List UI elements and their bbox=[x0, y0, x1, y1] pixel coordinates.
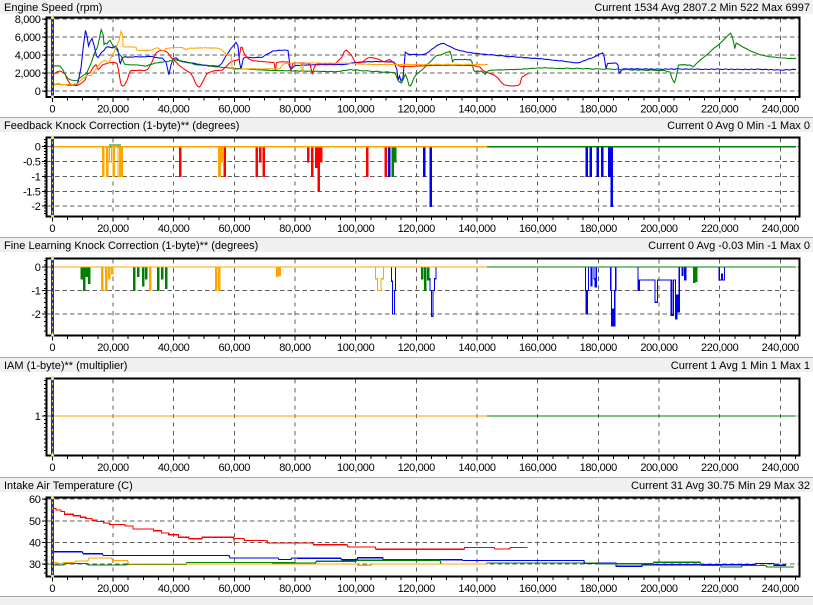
svg-text:2,000: 2,000 bbox=[15, 68, 41, 80]
svg-text:120,000: 120,000 bbox=[398, 223, 436, 235]
svg-text:60,000: 60,000 bbox=[219, 223, 251, 235]
svg-text:0: 0 bbox=[35, 262, 41, 274]
svg-text:180,000: 180,000 bbox=[580, 342, 618, 354]
svg-text:140,000: 140,000 bbox=[458, 223, 496, 235]
svg-text:100,000: 100,000 bbox=[337, 223, 375, 235]
svg-text:8,000: 8,000 bbox=[15, 14, 41, 26]
svg-text:100,000: 100,000 bbox=[337, 104, 375, 116]
svg-text:-1: -1 bbox=[31, 172, 40, 184]
svg-text:200,000: 200,000 bbox=[640, 342, 678, 354]
svg-text:240,000: 240,000 bbox=[762, 104, 800, 116]
svg-text:160,000: 160,000 bbox=[519, 342, 557, 354]
svg-text:220,000: 220,000 bbox=[701, 462, 739, 474]
svg-text:240,000: 240,000 bbox=[762, 462, 800, 474]
svg-text:180,000: 180,000 bbox=[580, 223, 618, 235]
svg-text:60,000: 60,000 bbox=[219, 342, 251, 354]
svg-text:240,000: 240,000 bbox=[762, 583, 800, 595]
svg-text:Current 1 Avg 1 Min 1 Max 1: Current 1 Avg 1 Min 1 Max 1 bbox=[671, 360, 810, 372]
svg-text:160,000: 160,000 bbox=[519, 104, 557, 116]
svg-text:20,000: 20,000 bbox=[97, 583, 129, 595]
svg-text:80,000: 80,000 bbox=[279, 104, 311, 116]
svg-text:6,000: 6,000 bbox=[15, 32, 41, 44]
svg-text:80,000: 80,000 bbox=[279, 223, 311, 235]
svg-text:80,000: 80,000 bbox=[279, 583, 311, 595]
svg-text:120,000: 120,000 bbox=[398, 583, 436, 595]
svg-text:30: 30 bbox=[29, 559, 41, 571]
svg-text:4,000: 4,000 bbox=[15, 50, 41, 62]
svg-text:100,000: 100,000 bbox=[337, 583, 375, 595]
svg-text:20,000: 20,000 bbox=[97, 342, 129, 354]
svg-text:Current 31 Avg 30.75 Min 29 Ma: Current 31 Avg 30.75 Min 29 Max 32 bbox=[631, 480, 810, 492]
svg-text:-2: -2 bbox=[31, 201, 40, 213]
svg-text:20,000: 20,000 bbox=[97, 223, 129, 235]
svg-text:140,000: 140,000 bbox=[458, 462, 496, 474]
svg-text:200,000: 200,000 bbox=[640, 583, 678, 595]
svg-text:220,000: 220,000 bbox=[701, 104, 739, 116]
svg-text:160,000: 160,000 bbox=[519, 583, 557, 595]
svg-text:40,000: 40,000 bbox=[158, 223, 190, 235]
svg-text:Current 1534 Avg 2807.2 Min 52: Current 1534 Avg 2807.2 Min 522 Max 6997 bbox=[594, 2, 810, 14]
svg-text:140,000: 140,000 bbox=[458, 104, 496, 116]
svg-text:80,000: 80,000 bbox=[279, 342, 311, 354]
svg-text:0: 0 bbox=[49, 583, 55, 595]
svg-text:IAM (1-byte)** (multiplier): IAM (1-byte)** (multiplier) bbox=[4, 360, 127, 372]
svg-text:0: 0 bbox=[49, 104, 55, 116]
svg-text:200,000: 200,000 bbox=[640, 104, 678, 116]
svg-text:160,000: 160,000 bbox=[519, 462, 557, 474]
svg-text:220,000: 220,000 bbox=[701, 223, 739, 235]
svg-text:0: 0 bbox=[49, 223, 55, 235]
svg-text:Engine Speed (rpm): Engine Speed (rpm) bbox=[4, 2, 102, 14]
svg-text:-2: -2 bbox=[31, 309, 40, 321]
svg-text:160,000: 160,000 bbox=[519, 223, 557, 235]
svg-text:180,000: 180,000 bbox=[580, 583, 618, 595]
svg-text:240,000: 240,000 bbox=[762, 223, 800, 235]
svg-text:40,000: 40,000 bbox=[158, 462, 190, 474]
svg-text:Fine Learning Knock Correction: Fine Learning Knock Correction (1-byte)*… bbox=[4, 240, 258, 252]
svg-text:140,000: 140,000 bbox=[458, 342, 496, 354]
svg-text:60,000: 60,000 bbox=[219, 462, 251, 474]
svg-text:20,000: 20,000 bbox=[97, 462, 129, 474]
svg-text:0: 0 bbox=[35, 86, 41, 98]
svg-text:50: 50 bbox=[29, 516, 41, 528]
svg-text:Current 0 Avg -0.03 Min -1 Max: Current 0 Avg -0.03 Min -1 Max 0 bbox=[648, 240, 810, 252]
svg-text:Intake Air Temperature (C): Intake Air Temperature (C) bbox=[4, 480, 133, 492]
svg-text:100,000: 100,000 bbox=[337, 462, 375, 474]
svg-text:60,000: 60,000 bbox=[219, 583, 251, 595]
svg-text:1: 1 bbox=[35, 411, 41, 423]
svg-text:0: 0 bbox=[49, 462, 55, 474]
svg-text:220,000: 220,000 bbox=[701, 342, 739, 354]
svg-text:-1.5: -1.5 bbox=[23, 186, 41, 198]
svg-text:Feedback Knock Correction (1-b: Feedback Knock Correction (1-byte)** (de… bbox=[4, 120, 239, 132]
svg-text:180,000: 180,000 bbox=[580, 104, 618, 116]
svg-text:140,000: 140,000 bbox=[458, 583, 496, 595]
svg-text:180,000: 180,000 bbox=[580, 462, 618, 474]
svg-text:100,000: 100,000 bbox=[337, 342, 375, 354]
svg-text:-0.5: -0.5 bbox=[23, 157, 41, 169]
svg-text:0: 0 bbox=[49, 342, 55, 354]
svg-text:Current 0 Avg 0 Min -1 Max 0: Current 0 Avg 0 Min -1 Max 0 bbox=[667, 120, 810, 132]
svg-text:40,000: 40,000 bbox=[158, 583, 190, 595]
svg-text:120,000: 120,000 bbox=[398, 104, 436, 116]
svg-text:20,000: 20,000 bbox=[97, 104, 129, 116]
svg-text:0: 0 bbox=[35, 142, 41, 154]
svg-text:120,000: 120,000 bbox=[398, 342, 436, 354]
svg-text:40: 40 bbox=[29, 537, 41, 549]
svg-text:120,000: 120,000 bbox=[398, 462, 436, 474]
svg-text:80,000: 80,000 bbox=[279, 462, 311, 474]
svg-text:240,000: 240,000 bbox=[762, 342, 800, 354]
svg-text:220,000: 220,000 bbox=[701, 583, 739, 595]
svg-text:60,000: 60,000 bbox=[219, 104, 251, 116]
svg-text:40,000: 40,000 bbox=[158, 104, 190, 116]
svg-text:60: 60 bbox=[29, 494, 41, 506]
svg-text:40,000: 40,000 bbox=[158, 342, 190, 354]
svg-text:-1: -1 bbox=[31, 285, 40, 297]
svg-text:200,000: 200,000 bbox=[640, 223, 678, 235]
svg-text:200,000: 200,000 bbox=[640, 462, 678, 474]
